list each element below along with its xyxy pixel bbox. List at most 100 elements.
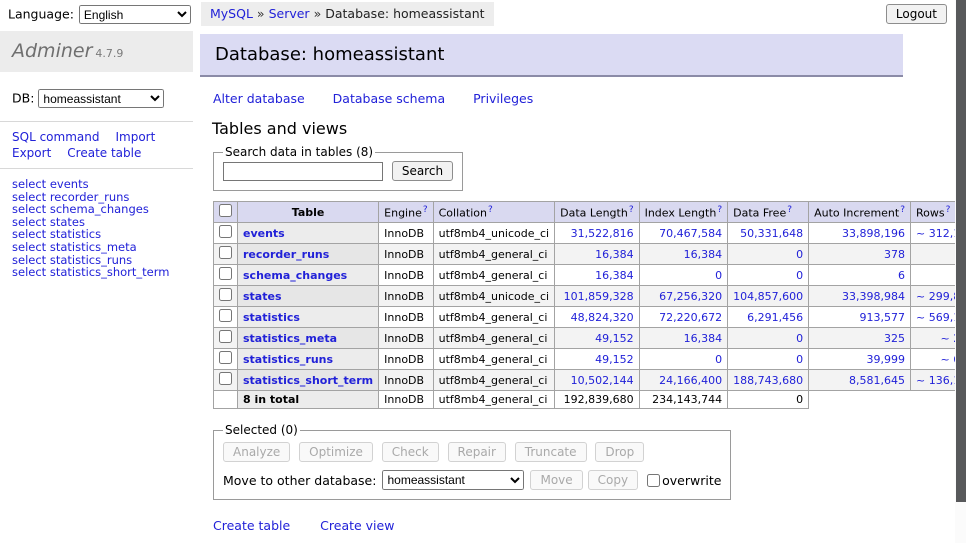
row-checkbox[interactable] <box>219 330 232 343</box>
engine-cell: InnoDB <box>379 286 433 307</box>
export-link[interactable]: Export <box>12 145 51 161</box>
create-view-link[interactable]: Create view <box>320 518 394 533</box>
adminer-brand-link[interactable]: Adminer <box>12 40 92 62</box>
row-checkbox[interactable] <box>219 246 232 259</box>
data-length-cell[interactable]: 49,152 <box>555 328 639 349</box>
data-free-cell[interactable]: 6,291,456 <box>728 307 809 328</box>
create-table-link-bottom[interactable]: Create table <box>213 518 290 533</box>
data-length-cell[interactable]: 16,384 <box>555 244 639 265</box>
help-link[interactable]: ? <box>787 205 792 215</box>
data-free-cell[interactable]: 0 <box>728 349 809 370</box>
index-length-cell[interactable]: 16,384 <box>639 328 728 349</box>
data-length-cell[interactable]: 31,522,816 <box>555 223 639 244</box>
selected-buttons-row: Analyze Optimize Check Repair Truncate D… <box>223 442 721 462</box>
repair-button: Repair <box>448 442 506 462</box>
alter-database-link[interactable]: Alter database <box>213 91 305 106</box>
overwrite-option: overwrite <box>647 473 721 488</box>
row-checkbox[interactable] <box>219 288 232 301</box>
data-length-cell[interactable]: 10,502,144 <box>555 370 639 391</box>
column-header-data-free: Data Free? <box>728 202 809 223</box>
table-row: states InnoDB utf8mb4_unicode_ci 101,859… <box>214 286 966 307</box>
selected-legend: Selected (0) <box>223 423 300 437</box>
data-length-cell[interactable]: 101,859,328 <box>555 286 639 307</box>
row-checkbox[interactable] <box>219 372 232 385</box>
data-free-cell[interactable]: 50,331,648 <box>728 223 809 244</box>
table-link[interactable]: recorder_runs <box>243 248 329 261</box>
index-length-cell[interactable]: 67,256,320 <box>639 286 728 307</box>
privileges-link[interactable]: Privileges <box>473 91 533 106</box>
db-select[interactable]: homeassistant <box>38 89 164 108</box>
total-engine: InnoDB <box>379 391 433 409</box>
language-select[interactable]: English <box>79 5 191 24</box>
breadcrumb-mysql-link[interactable]: MySQL <box>210 6 253 21</box>
search-input[interactable] <box>223 162 383 181</box>
data-length-cell[interactable]: 48,824,320 <box>555 307 639 328</box>
row-checkbox[interactable] <box>219 351 232 364</box>
breadcrumb-server-link[interactable]: Server <box>269 6 310 21</box>
auto-increment-cell[interactable]: 39,999 <box>809 349 911 370</box>
help-link[interactable]: ? <box>717 205 722 215</box>
table-link[interactable]: statistics_short_term <box>243 374 373 387</box>
auto-increment-cell[interactable]: 913,577 <box>809 307 911 328</box>
index-length-cell[interactable]: 0 <box>639 265 728 286</box>
import-link[interactable]: Import <box>115 129 155 145</box>
data-free-cell[interactable]: 104,857,600 <box>728 286 809 307</box>
total-empty-area <box>809 391 966 409</box>
table-link[interactable]: statistics <box>243 311 300 324</box>
data-length-cell[interactable]: 16,384 <box>555 265 639 286</box>
move-button: Move <box>530 470 582 490</box>
index-length-cell[interactable]: 72,220,672 <box>639 307 728 328</box>
copy-button: Copy <box>588 470 638 490</box>
create-table-link[interactable]: Create table <box>67 145 141 161</box>
database-schema-link[interactable]: Database schema <box>333 91 445 106</box>
collation-cell: utf8mb4_general_ci <box>433 265 554 286</box>
help-link[interactable]: ? <box>629 205 634 215</box>
auto-increment-cell[interactable]: 6 <box>809 265 911 286</box>
index-length-cell[interactable]: 70,467,584 <box>639 223 728 244</box>
optimize-button: Optimize <box>299 442 373 462</box>
auto-increment-cell[interactable]: 325 <box>809 328 911 349</box>
auto-increment-cell[interactable]: 33,898,196 <box>809 223 911 244</box>
scrollbar[interactable] <box>955 0 966 543</box>
data-free-cell[interactable]: 0 <box>728 244 809 265</box>
collation-cell: utf8mb4_general_ci <box>433 244 554 265</box>
search-button[interactable]: Search <box>392 161 453 181</box>
sidebar-item-select-statistics-meta[interactable]: select statistics_meta <box>12 241 193 254</box>
sidebar-item-select-statistics-short-term[interactable]: select statistics_short_term <box>12 266 193 279</box>
scrollbar-thumb[interactable] <box>956 0 966 502</box>
help-link[interactable]: ? <box>900 205 905 215</box>
collation-cell: utf8mb4_unicode_ci <box>433 286 554 307</box>
table-link[interactable]: schema_changes <box>243 269 347 282</box>
sidebar-item-select-schema-changes[interactable]: select schema_changes <box>12 203 193 216</box>
row-checkbox[interactable] <box>219 267 232 280</box>
row-checkbox[interactable] <box>219 309 232 322</box>
index-length-cell[interactable]: 16,384 <box>639 244 728 265</box>
row-checkbox[interactable] <box>219 225 232 238</box>
move-database-select[interactable]: homeassistant <box>382 470 524 490</box>
index-length-cell[interactable]: 0 <box>639 349 728 370</box>
table-link[interactable]: states <box>243 290 282 303</box>
search-legend: Search data in tables (8) <box>223 145 375 159</box>
db-selector-row: DB:homeassistant <box>12 89 193 108</box>
data-length-cell[interactable]: 49,152 <box>555 349 639 370</box>
data-free-cell[interactable]: 0 <box>728 328 809 349</box>
data-free-cell[interactable]: 0 <box>728 265 809 286</box>
auto-increment-cell[interactable]: 378 <box>809 244 911 265</box>
table-link[interactable]: statistics_meta <box>243 332 337 345</box>
table-link[interactable]: statistics_runs <box>243 353 333 366</box>
help-link[interactable]: ? <box>488 205 493 215</box>
truncate-button: Truncate <box>515 442 587 462</box>
overwrite-checkbox[interactable] <box>647 474 660 487</box>
auto-increment-cell[interactable]: 33,398,984 <box>809 286 911 307</box>
select-all-checkbox[interactable] <box>219 204 232 217</box>
total-index-length: 234,143,744 <box>639 391 728 409</box>
auto-increment-cell[interactable]: 8,581,645 <box>809 370 911 391</box>
index-length-cell[interactable]: 24,166,400 <box>639 370 728 391</box>
breadcrumb-current: Database: homeassistant <box>325 6 484 21</box>
data-free-cell[interactable]: 188,743,680 <box>728 370 809 391</box>
sidebar-item-select-events[interactable]: select events <box>12 178 193 191</box>
sql-command-link[interactable]: SQL command <box>12 129 99 145</box>
help-link[interactable]: ? <box>946 205 951 215</box>
table-link[interactable]: events <box>243 227 285 240</box>
help-link[interactable]: ? <box>423 205 428 215</box>
